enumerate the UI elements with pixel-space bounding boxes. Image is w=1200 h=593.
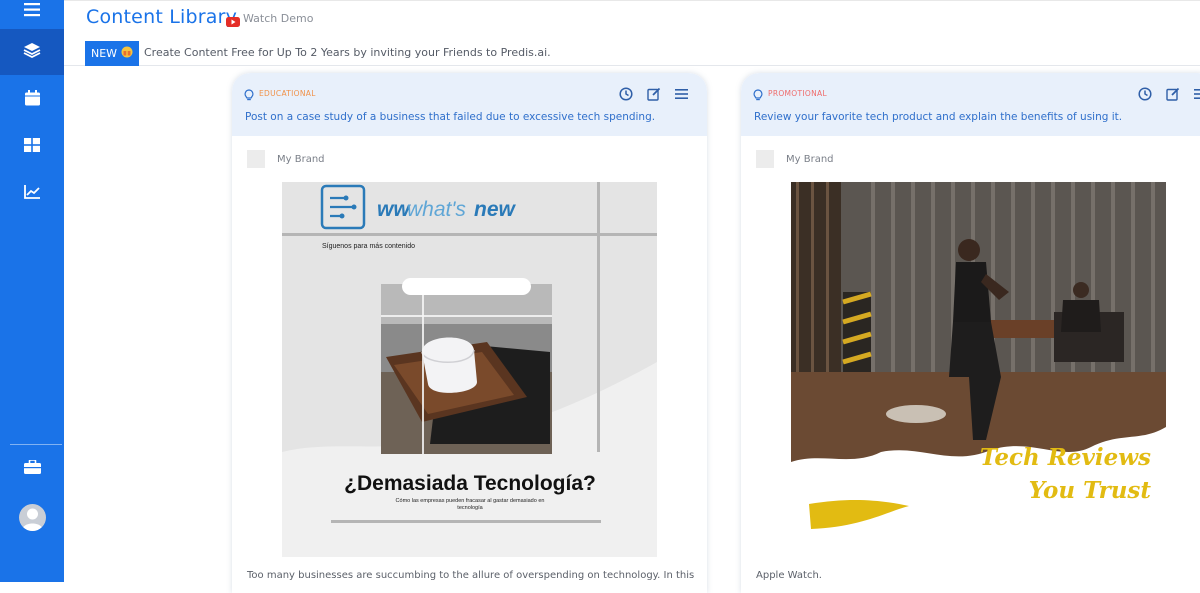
edit-icon[interactable] [647,87,661,101]
card-header: EDUCATIONAL Post on a case study of a bu… [232,73,707,136]
edit-icon[interactable] [1166,87,1180,101]
post-headline-1: Tech Reviews [980,444,1151,471]
category-label: PROMOTIONAL [768,89,827,98]
watch-demo-link[interactable]: Watch Demo [243,12,313,25]
page-title: Content Library [86,6,237,28]
card-actions [1138,87,1200,101]
menu-icon[interactable] [675,87,689,101]
sidebar-item-calendar[interactable] [0,77,64,123]
sidebar-item-briefcase[interactable] [0,445,64,491]
layers-icon [23,42,41,62]
briefcase-icon [24,459,41,478]
content-card-promotional[interactable]: PROMOTIONAL Review your favorite tech pr… [741,73,1200,593]
post-caption: Too many businesses are succumbing to th… [247,570,694,581]
sidebar-item-analytics[interactable] [0,170,64,216]
promo-text: Create Content Free for Up To 2 Years by… [144,46,551,59]
post-subline-1: Cómo las empresas pueden fracasar al gas… [396,498,545,504]
new-badge: NEW [85,41,139,66]
category-label: EDUCATIONAL [259,89,316,98]
chart-icon [24,184,40,203]
post-subline-2: tecnología [457,505,483,511]
post-headline-2: You Trust [1029,477,1152,504]
brand-logo [247,150,265,168]
post-image[interactable]: Tech Reviews You Trust [791,182,1166,557]
grid-icon [24,137,40,156]
lightbulb-icon [244,87,254,106]
hamburger-menu-icon[interactable] [0,0,64,20]
post-caption: Apple Watch. [756,570,822,581]
logo-whats: what's [407,198,466,221]
brand-row: My Brand [247,150,325,168]
brand-row: My Brand [756,150,834,168]
new-badge-label: NEW [91,47,117,60]
card-description: Review your favorite tech product and ex… [754,111,1122,123]
gift-emoji-icon [121,46,133,61]
brand-name: My Brand [786,154,834,165]
clock-icon[interactable] [1138,87,1152,101]
top-bar: Content Library Watch Demo NEW Create Co… [64,0,1200,66]
menu-icon[interactable] [1194,87,1200,101]
sidebar-item-dashboard[interactable] [0,123,64,169]
sidebar-item-content-library[interactable] [0,29,64,75]
calendar-icon [25,90,40,110]
post-headline: ¿Demasiada Tecnología? [344,472,596,495]
brand-logo [756,150,774,168]
logo-new: new [474,198,517,221]
content-card-educational[interactable]: EDUCATIONAL Post on a case study of a bu… [232,73,707,593]
sidebar [0,0,64,582]
post-image[interactable]: ww what's new Síguenos para más contenid… [282,182,657,557]
youtube-icon[interactable] [226,12,240,31]
card-header: PROMOTIONAL Review your favorite tech pr… [741,73,1200,136]
follow-text: Síguenos para más contenido [322,243,415,250]
card-description: Post on a case study of a business that … [245,111,655,123]
content-area: EDUCATIONAL Post on a case study of a bu… [64,67,1200,582]
card-actions [619,87,689,101]
clock-icon[interactable] [619,87,633,101]
brand-name: My Brand [277,154,325,165]
user-avatar[interactable] [19,504,46,531]
lightbulb-icon [753,87,763,106]
